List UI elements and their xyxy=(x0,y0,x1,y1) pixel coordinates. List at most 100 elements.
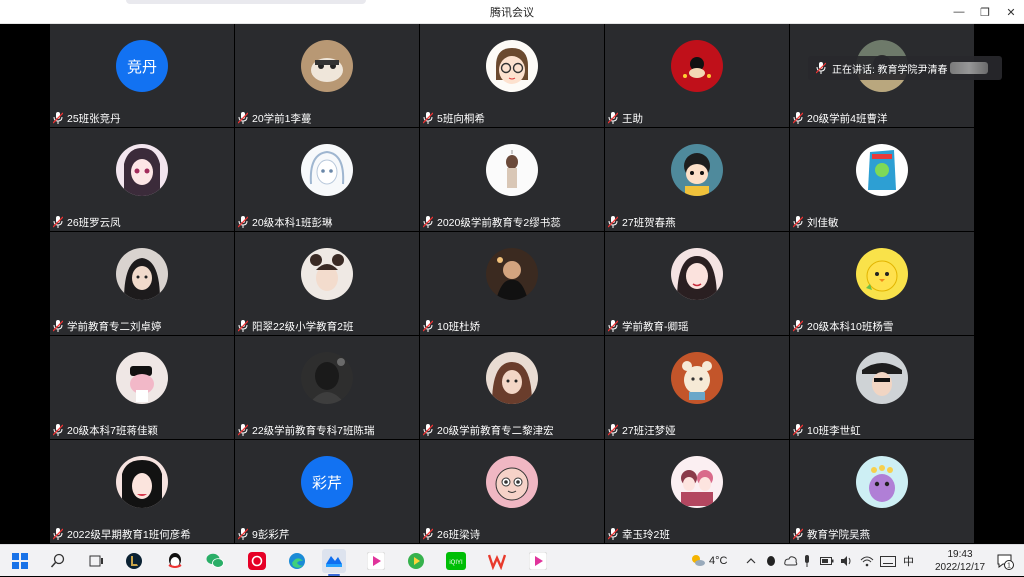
participant-name-row: 2020级学前教育专2缪书蕊 xyxy=(423,215,561,229)
participant-name: 25班张竞丹 xyxy=(67,112,121,125)
participant-tile[interactable]: 27班贺春燕 xyxy=(605,128,789,231)
start-icon[interactable] xyxy=(8,549,32,573)
participant-name-row: 20级学前4班曹洋 xyxy=(793,111,888,125)
participant-name: 教育学院吴燕 xyxy=(807,528,870,541)
participant-tile[interactable]: 王助 xyxy=(605,24,789,127)
mic-muted-icon xyxy=(608,424,618,436)
edge-icon[interactable] xyxy=(285,549,309,573)
avatar xyxy=(486,248,538,300)
participant-tile[interactable]: 2020级学前教育专2缪书蕊 xyxy=(420,128,604,231)
participant-tile[interactable]: 27班汪梦娅 xyxy=(605,336,789,439)
keyboard-icon[interactable] xyxy=(880,545,896,577)
windows-taskbar: iQIYI 4°C 中 19:43 2022/12/17 1 xyxy=(0,544,1024,576)
wechat-icon[interactable] xyxy=(203,549,227,573)
avatar xyxy=(301,352,353,404)
participant-tile[interactable]: 幸玉玲2班 xyxy=(605,440,789,543)
participant-name-row: 20级本科1班彭琳 xyxy=(238,215,333,229)
participant-name-row: 5班向桐希 xyxy=(423,111,485,125)
avatar xyxy=(301,248,353,300)
wifi-icon[interactable] xyxy=(860,545,874,577)
avatar xyxy=(856,456,908,508)
participant-name: 10班李世虹 xyxy=(807,424,861,437)
mic-muted-icon xyxy=(423,424,433,436)
participant-name: 22级学前教育专科7班陈瑞 xyxy=(252,424,375,437)
participant-name: 幸玉玲2班 xyxy=(622,528,670,541)
participant-name-row: 26班罗云凤 xyxy=(53,215,121,229)
mic-muted-icon xyxy=(608,112,618,124)
participant-tile[interactable]: 26班罗云凤 xyxy=(50,128,234,231)
weather-widget[interactable]: 4°C xyxy=(690,545,727,577)
cloud-icon[interactable] xyxy=(784,545,798,577)
participant-name: 王助 xyxy=(622,112,643,125)
meeting-area: 竞丹 25班张竞丹 20学前1李蔓 5班向桐希 王助 20级学前4班曹洋 26班罗云凤 20级… xyxy=(0,24,1024,544)
battery-icon[interactable] xyxy=(820,545,834,577)
mic-tray-icon[interactable] xyxy=(803,545,811,577)
netease-music-icon[interactable] xyxy=(245,549,269,573)
avatar xyxy=(116,456,168,508)
window-controls: — ❐ ✕ xyxy=(946,0,1024,24)
participant-name: 2020级学前教育专2缪书蕊 xyxy=(437,216,561,229)
avatar xyxy=(301,40,353,92)
weather-icon xyxy=(690,553,706,570)
mic-muted-icon xyxy=(608,320,618,332)
participant-tile[interactable]: 20级学前教育专二黎津宏 xyxy=(420,336,604,439)
avatar xyxy=(671,456,723,508)
participant-tile[interactable]: 10班杜娇 xyxy=(420,232,604,335)
youku-icon-2[interactable] xyxy=(526,549,550,573)
iqiyi-icon[interactable]: iQIYI xyxy=(444,549,468,573)
participant-name-row: 教育学院吴燕 xyxy=(793,527,870,541)
participant-tile[interactable]: 20级本科7班蒋佳颖 xyxy=(50,336,234,439)
participant-name-row: 20学前1李蔓 xyxy=(238,111,312,125)
participant-name: 26班罗云凤 xyxy=(67,216,121,229)
participant-tile[interactable]: 彩芹 9彭彩芹 xyxy=(235,440,419,543)
task-view-icon[interactable] xyxy=(84,549,108,573)
qq-tray-icon[interactable] xyxy=(766,545,776,577)
participant-tile[interactable]: 2022级早期教育1班何彦希 xyxy=(50,440,234,543)
qq-icon[interactable] xyxy=(163,549,187,573)
restore-button[interactable]: ❐ xyxy=(972,0,998,24)
participant-name-row: 学前教育专二刘卓婷 xyxy=(53,319,162,333)
participant-name: 10班杜娇 xyxy=(437,320,481,333)
tray-chevron-icon[interactable] xyxy=(746,545,756,577)
participant-tile[interactable]: 学前教育专二刘卓婷 xyxy=(50,232,234,335)
tencent-meeting-icon[interactable] xyxy=(322,549,346,576)
avatar xyxy=(856,248,908,300)
participant-tile[interactable]: 刘佳敏 xyxy=(790,128,974,231)
participant-tile[interactable]: 20级本科1班彭琳 xyxy=(235,128,419,231)
notification-icon[interactable]: 1 xyxy=(996,552,1014,570)
participant-tile[interactable]: 26班梁诗 xyxy=(420,440,604,543)
clock[interactable]: 19:43 2022/12/17 xyxy=(932,548,988,574)
ime-indicator[interactable]: 中 xyxy=(903,545,914,577)
participant-name-row: 9彭彩芹 xyxy=(238,527,289,541)
participant-tile[interactable]: 10班李世虹 xyxy=(790,336,974,439)
youku-icon[interactable] xyxy=(364,549,388,573)
participant-name: 学前教育-卿瑶 xyxy=(622,320,689,333)
participant-tile[interactable]: 5班向桐希 xyxy=(420,24,604,127)
avatar xyxy=(671,352,723,404)
participant-tile[interactable]: 学前教育-卿瑶 xyxy=(605,232,789,335)
participant-name-row: 26班梁诗 xyxy=(423,527,480,541)
participant-tile[interactable]: 阳翠22级小学教育2班 xyxy=(235,232,419,335)
participant-tile[interactable]: 20学前1李蔓 xyxy=(235,24,419,127)
clock-time: 19:43 xyxy=(947,549,973,560)
participant-tile[interactable]: 教育学院吴燕 xyxy=(790,440,974,543)
close-button[interactable]: ✕ xyxy=(998,0,1024,24)
minimize-button[interactable]: — xyxy=(946,0,972,24)
league-icon[interactable] xyxy=(122,549,146,573)
participant-tile[interactable]: 20级本科10班杨雪 xyxy=(790,232,974,335)
participant-tile[interactable]: 竞丹 25班张竞丹 xyxy=(50,24,234,127)
wps-icon[interactable] xyxy=(485,549,509,573)
volume-icon[interactable] xyxy=(840,545,854,577)
clock-date: 2022/12/17 xyxy=(934,562,986,573)
participant-name-row: 22级学前教育专科7班陈瑞 xyxy=(238,423,375,437)
avatar xyxy=(116,144,168,196)
participant-name: 27班贺春燕 xyxy=(622,216,676,229)
participant-name-row: 王助 xyxy=(608,111,643,125)
participant-tile[interactable]: 22级学前教育专科7班陈瑞 xyxy=(235,336,419,439)
avatar xyxy=(486,144,538,196)
participant-name-row: 27班贺春燕 xyxy=(608,215,676,229)
avatar xyxy=(856,352,908,404)
participant-name-row: 20级学前教育专二黎津宏 xyxy=(423,423,554,437)
search-icon[interactable] xyxy=(46,549,70,573)
video-player-icon[interactable] xyxy=(404,549,428,573)
